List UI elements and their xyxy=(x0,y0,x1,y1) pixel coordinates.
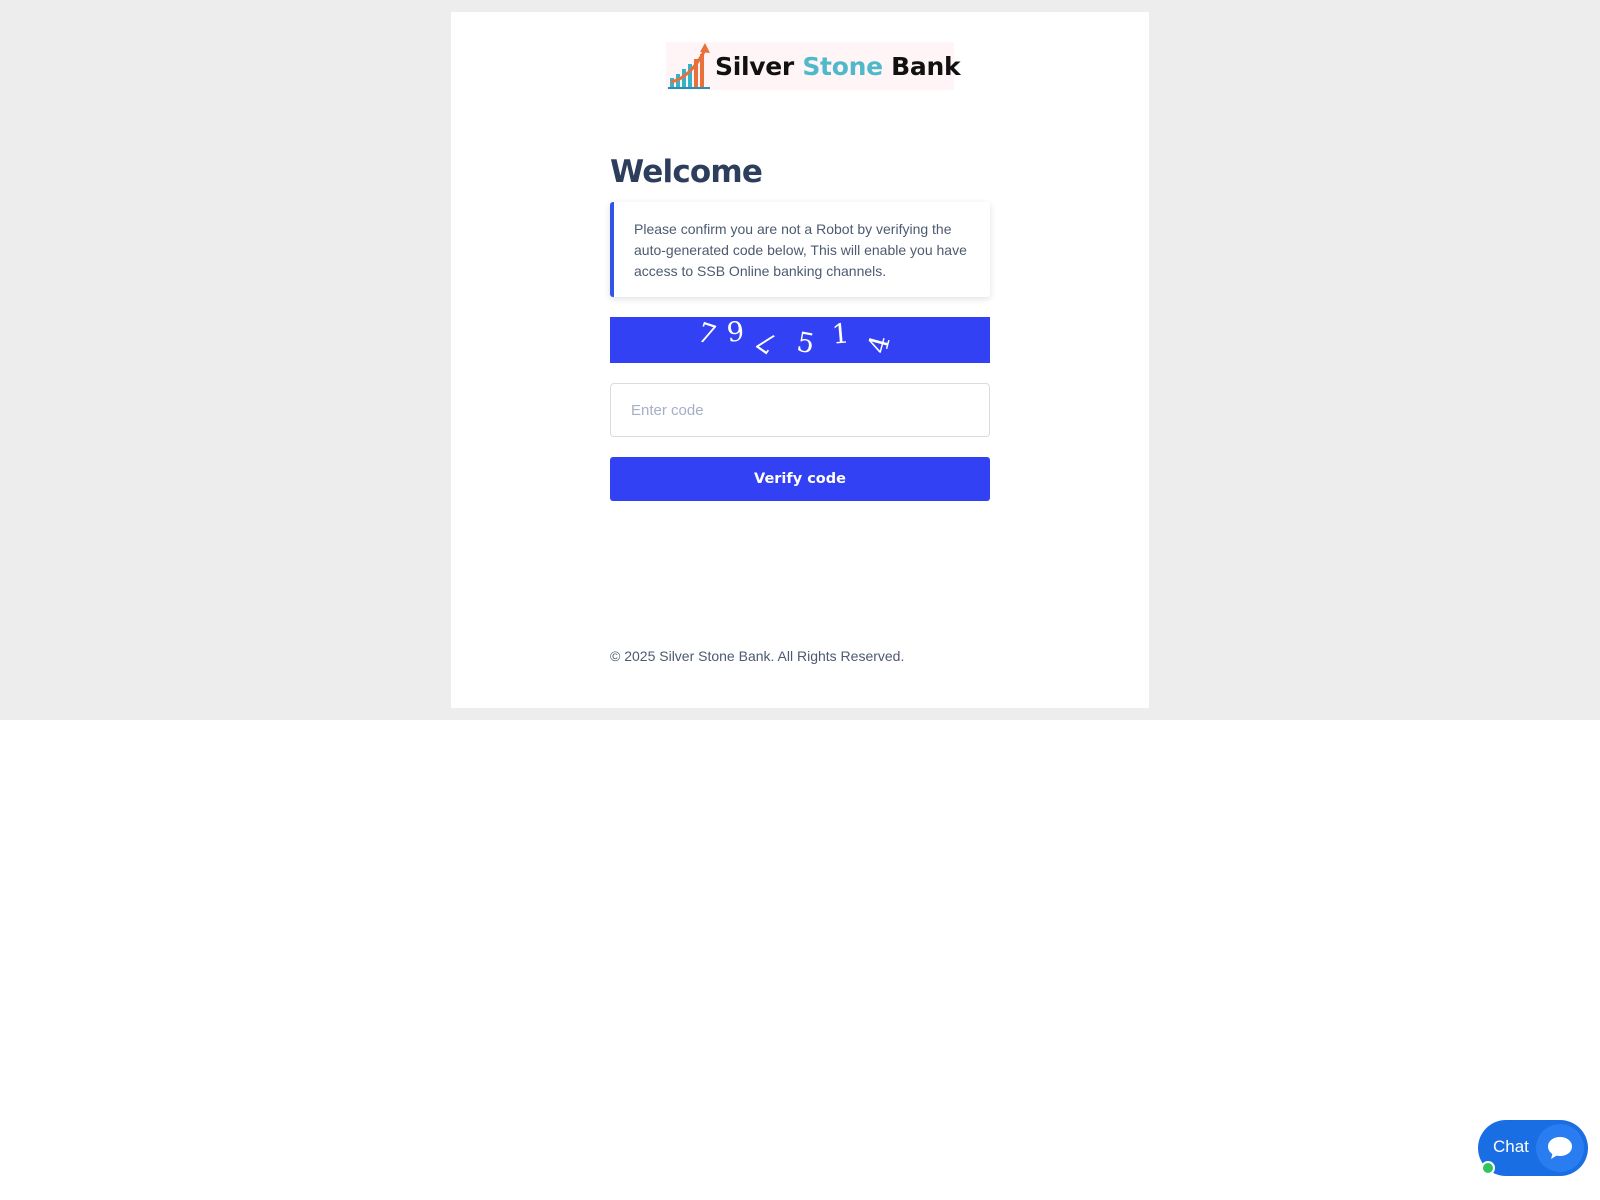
copyright-footer: © 2025 Silver Stone Bank. All Rights Res… xyxy=(610,648,905,664)
chat-label: Chat xyxy=(1493,1137,1529,1156)
captcha-char-5: 1 xyxy=(830,318,851,351)
captcha-char-6: 4 xyxy=(862,332,897,357)
chat-launcher-button[interactable]: Chat xyxy=(1478,1120,1588,1176)
captcha-char-1: 7 xyxy=(693,317,720,352)
bank-logo[interactable]: Silver Stone Bank xyxy=(666,42,961,90)
verification-card: Silver Stone Bank Welcome Please confirm… xyxy=(451,12,1149,708)
captcha-char-4: 5 xyxy=(794,326,817,361)
online-status-dot xyxy=(1481,1161,1495,1175)
robot-verification-notice: Please confirm you are not a Robot by ve… xyxy=(610,202,990,297)
verify-code-button[interactable]: Verify code xyxy=(610,457,990,501)
page-title: Welcome xyxy=(610,154,763,190)
captcha-char-3: 7 xyxy=(751,323,784,360)
chat-bubble-icon xyxy=(1548,1137,1572,1159)
captcha-image: 7 9 7 5 1 4 xyxy=(610,316,990,363)
bank-name: Silver Stone Bank xyxy=(715,51,961,81)
chat-icon-circle xyxy=(1536,1124,1584,1172)
logo-chart-icon xyxy=(668,43,710,89)
code-input[interactable] xyxy=(610,383,990,437)
captcha-char-2: 9 xyxy=(725,316,746,349)
